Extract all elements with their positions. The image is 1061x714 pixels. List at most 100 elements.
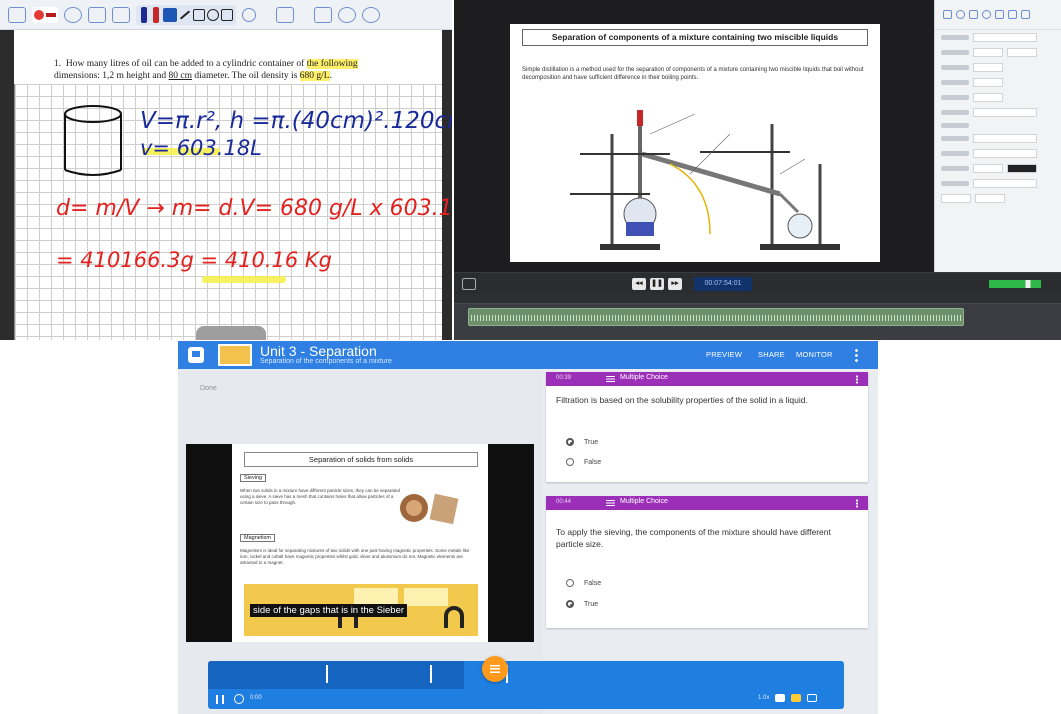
cylinder-drawing [64,105,122,176]
property-field[interactable] [973,179,1037,188]
red-pen-icon[interactable] [153,6,159,23]
window-icon[interactable] [8,6,26,23]
captions-icon[interactable] [1008,10,1017,19]
property-row [935,161,1061,176]
property-field[interactable] [975,194,1005,203]
question-menu-icon[interactable] [856,375,858,384]
close-icon[interactable] [362,6,380,23]
property-label [941,50,969,55]
handwriting-volume-result: v= 603.18L [140,136,262,160]
whiteboard-toolbar [0,0,452,30]
video-player[interactable]: Separation of solids from solids Sieving… [186,444,534,642]
property-field[interactable] [973,149,1037,158]
property-field[interactable] [973,63,1003,72]
property-field[interactable] [973,164,1003,173]
radio-unselected[interactable] [566,579,574,587]
question-header: 00:39 Multiple Choice [546,372,868,386]
blue-pen-icon[interactable] [141,6,147,23]
question-marker[interactable] [430,665,432,683]
webcam-icon[interactable] [64,6,82,23]
question-card-2[interactable]: 00:44 Multiple Choice To apply the sievi… [546,496,868,628]
audio-track-clip[interactable] [468,308,964,326]
property-field[interactable] [973,78,1003,87]
question-card-1[interactable]: 00:39 Multiple Choice Filtration is base… [546,372,868,482]
lesson-subtitle: Separation of the components of a mixtur… [260,358,392,365]
radio-unselected[interactable] [566,458,574,466]
question-density: 680 g/L [299,71,330,81]
answer-option[interactable]: False [566,579,601,587]
highlight-result [202,276,286,283]
preview-button[interactable]: PREVIEW [706,350,742,359]
option-label: True [584,600,599,608]
properties-panel [934,0,1061,272]
question-markers-track[interactable] [208,661,844,689]
pause-button[interactable]: ❚❚ [650,278,664,290]
answer-option[interactable]: True [566,600,598,608]
property-row [935,191,1061,206]
fill-color-icon[interactable] [163,7,177,22]
add-question-button[interactable] [482,656,508,682]
settings-icon[interactable] [791,694,802,702]
page-handle[interactable] [196,326,266,340]
zoom-tool-icon[interactable] [207,8,219,21]
home-icon[interactable] [188,347,204,363]
chat-icon[interactable] [314,6,332,23]
property-field[interactable] [1007,48,1037,57]
question-menu-icon[interactable] [856,499,858,508]
captions-icon[interactable] [775,694,786,702]
cursor-icon[interactable] [995,10,1004,19]
settings-icon[interactable] [338,6,356,23]
radio-selected[interactable] [566,600,574,608]
answer-option[interactable]: False [566,458,601,466]
timeline[interactable] [454,294,1061,340]
edit-icon[interactable] [1021,10,1030,19]
left-edge [0,30,14,340]
question-type[interactable]: Multiple Choice [606,498,668,506]
text-tool-icon[interactable] [276,6,294,23]
forward-button[interactable]: ▸▸ [668,278,682,290]
rectangle-tool-icon[interactable] [193,8,205,21]
handwriting-volume-formula: V=π.r², h =π.(40cm)².120cm [140,108,452,134]
radio-selected[interactable] [566,438,574,446]
question-part: How many litres of oil can be added to a… [65,59,307,69]
property-field[interactable] [973,108,1037,117]
color-swatch[interactable] [1007,164,1037,173]
slide-preview[interactable]: Separation of components of a mixture co… [510,24,880,262]
preview-area: Separation of components of a mixture co… [454,0,934,272]
screen-icon[interactable] [112,6,130,23]
waveform [471,315,961,321]
pause-icon[interactable] [216,695,224,704]
eraser-tool-icon[interactable] [221,8,233,21]
monitor-button[interactable]: MONITOR [796,350,833,359]
magnetism-tag: Magnetism [240,534,275,542]
playback-speed[interactable]: 1.0x [758,695,769,701]
share-button[interactable]: SHARE [758,350,785,359]
property-field[interactable] [941,194,971,203]
fullscreen-icon[interactable] [807,694,818,702]
more-options-icon[interactable] [855,348,858,362]
image-icon[interactable] [88,6,106,23]
property-field[interactable] [973,93,1003,102]
property-field[interactable] [973,134,1037,143]
pointer-icon[interactable] [242,7,256,22]
align-icon[interactable] [943,10,952,19]
property-label [941,123,969,128]
animation-icon[interactable] [956,10,965,19]
volume-icon[interactable] [234,694,244,704]
question-marker[interactable] [326,665,328,683]
crop-icon[interactable] [462,278,476,290]
visual-icon[interactable] [969,10,978,19]
property-field[interactable] [973,48,1003,57]
audio-icon[interactable] [982,10,991,19]
rewind-button[interactable]: ◂◂ [632,278,646,290]
record-button[interactable] [32,6,58,23]
timeline-ruler[interactable] [454,294,1061,304]
line-tool-icon[interactable] [179,9,191,20]
video-editor-app: Separation of components of a mixture co… [454,0,1061,340]
property-field[interactable] [973,33,1037,42]
answer-option[interactable]: True [566,438,598,446]
property-row [935,120,1061,131]
player-scrubber[interactable]: 0:00 1.0x [208,661,844,709]
property-label [941,65,969,70]
question-type[interactable]: Multiple Choice [606,374,668,382]
